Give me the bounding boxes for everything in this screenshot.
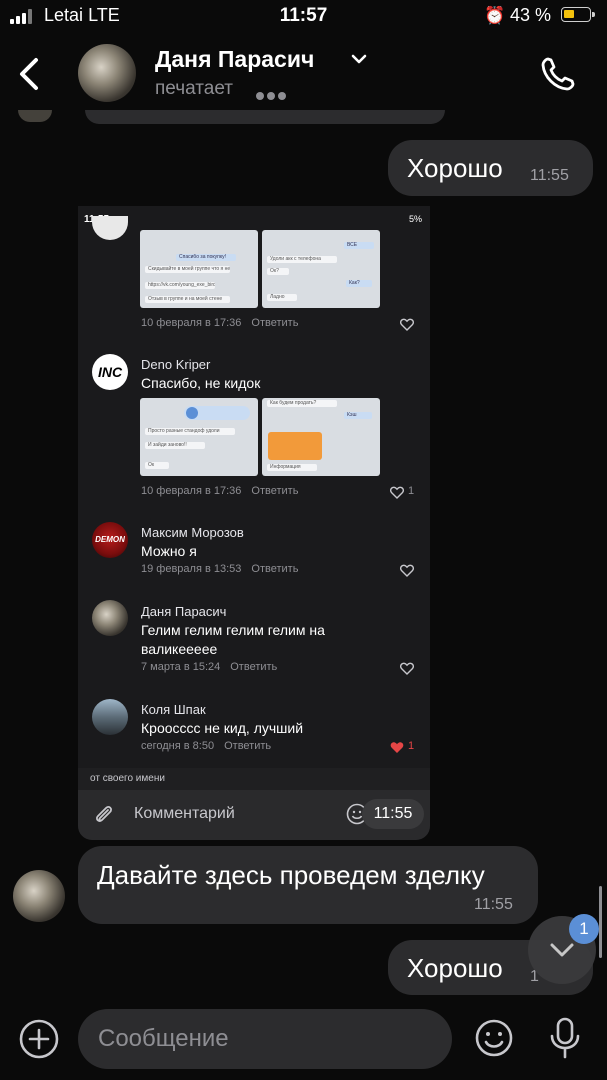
microphone-icon[interactable] [548, 1016, 582, 1060]
chevron-down-icon[interactable] [350, 52, 368, 66]
comment-meta: 7 марта в 15:24 Ответить [141, 661, 278, 673]
comment-text: Гелим гелим гелим гелим на [141, 622, 325, 638]
reply-link[interactable]: Ответить [251, 485, 298, 497]
comment-text: Можно я [141, 543, 197, 559]
comment-text: Кроосссс не кид, лучший [141, 720, 304, 736]
attachment-image[interactable]: Спасибо за покупку! Скидывайте в моей гр… [140, 230, 258, 308]
attachment-image[interactable]: Как будем продать? Кэш Информация [262, 398, 380, 476]
avatar[interactable] [78, 44, 136, 102]
unread-badge: 1 [569, 914, 599, 944]
like-count: 1 [408, 485, 415, 497]
comment-meta: 10 февраля в 17:36 Ответить [141, 485, 299, 497]
typing-status: печатает [155, 78, 233, 99]
reply-link[interactable]: Ответить [251, 563, 298, 575]
chat-title[interactable]: Даня Парасич [155, 46, 314, 73]
status-bar: Letai LTE 11:57 ⏰ 43 % [0, 0, 607, 32]
message-bubble-outgoing[interactable]: Хорошо 11:55 [388, 140, 593, 196]
comment-avatar[interactable] [92, 699, 128, 735]
comment-text: Спасибо, не кидок [141, 375, 261, 391]
alarm-icon: ⏰ [484, 6, 506, 25]
composer [0, 1000, 607, 1080]
heart-icon[interactable] [390, 486, 404, 499]
avatar[interactable] [13, 870, 65, 922]
attachment-image[interactable]: Просто разные стандоф удоли И зайди зано… [140, 398, 258, 476]
post-as-label[interactable]: от своего имени [78, 768, 430, 790]
avatar-partial [18, 110, 52, 122]
reply-link[interactable]: Ответить [224, 740, 271, 752]
phone-icon[interactable] [538, 54, 578, 94]
paperclip-icon[interactable] [94, 804, 114, 826]
chat-header: Даня Парасич печатает [0, 32, 607, 118]
comment-author[interactable]: Коля Шпак [141, 702, 206, 717]
comment-meta: 19 февраля в 13:53 Ответить [141, 563, 299, 575]
like-count: 1 [408, 740, 415, 752]
comment-meta: сегодня в 8:50 Ответить [141, 740, 272, 752]
comment-avatar[interactable]: DEMON [92, 522, 128, 558]
battery-percent: 43 % [510, 5, 552, 25]
shared-screenshot[interactable]: 11:55 5% Спасибо за покупку! Скидывайте … [78, 206, 430, 840]
comment-input[interactable]: Комментарий [134, 805, 235, 823]
message-text: Хорошо [407, 953, 503, 983]
comment-bar: Комментарий 11:55 [78, 790, 430, 840]
message-text: Давайте здесь проведем зделку [97, 860, 485, 890]
comment-avatar[interactable] [92, 600, 128, 636]
comment-text-line2: валикеееее [141, 641, 218, 657]
typing-dots-icon [256, 87, 289, 105]
heart-icon[interactable] [400, 564, 414, 577]
timestamp-pill: 11:55 [362, 799, 424, 829]
reply-link[interactable]: Ответить [251, 317, 298, 329]
message-time: 11:55 [530, 167, 569, 184]
scroll-down-icon [550, 943, 574, 957]
message-bubble-partial [85, 110, 445, 124]
comment-author[interactable]: Deno Kriper [141, 357, 210, 372]
message-time: 11:55 [474, 896, 513, 913]
comment-avatar [92, 216, 128, 240]
heart-icon[interactable] [400, 662, 414, 675]
back-chevron-icon[interactable] [14, 52, 48, 96]
sticker-icon[interactable] [474, 1018, 514, 1058]
embedded-battery: 5% [408, 214, 422, 224]
heart-icon[interactable] [400, 318, 414, 331]
comment-author[interactable]: Максим Морозов [141, 525, 244, 540]
heart-icon-liked[interactable] [390, 741, 404, 754]
message-input[interactable] [78, 1009, 452, 1069]
battery-icon [561, 7, 595, 22]
message-text: Хорошо [407, 153, 503, 183]
comment-author[interactable]: Даня Парасич [141, 604, 226, 619]
reply-link[interactable]: Ответить [230, 661, 277, 673]
scrollbar[interactable] [599, 886, 602, 958]
comment-avatar[interactable]: INC [92, 354, 128, 390]
message-bubble-incoming[interactable]: Давайте здесь проведем зделку 11:55 [78, 846, 538, 924]
attachment-image[interactable]: ВСЁ Удоли акк с телефона Ок? Как? Ладно [262, 230, 380, 308]
add-icon[interactable] [18, 1018, 60, 1060]
comment-meta: 10 февраля в 17:36 Ответить [141, 317, 299, 329]
